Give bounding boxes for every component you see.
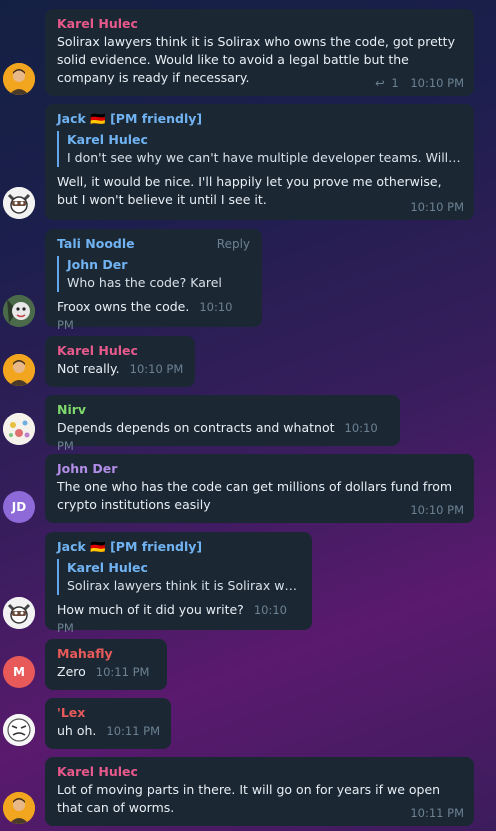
- message-bubble[interactable]: 'Lex uh oh. 10:11 PM: [45, 698, 171, 749]
- reply-quote[interactable]: John Der Who has the code? Karel: [57, 256, 252, 292]
- quote-sender: Karel Hulec: [67, 560, 148, 575]
- sender-name[interactable]: Karel Hulec: [57, 342, 185, 360]
- avatar[interactable]: [3, 187, 35, 219]
- reply-quote[interactable]: Karel Hulec I don't see why we can't hav…: [57, 131, 464, 167]
- message-text: The one who has the code can get million…: [57, 479, 453, 512]
- reply-quote[interactable]: Karel Hulec Solirax lawyers think it is …: [57, 559, 302, 595]
- message-text: How much of it did you write?: [57, 602, 244, 617]
- avatar[interactable]: [3, 413, 35, 445]
- message-text-row: Zero 10:11 PM: [57, 663, 157, 681]
- message-bubble[interactable]: Karel Hulec Not really. 10:10 PM: [45, 336, 195, 387]
- message-time: 10:10 PM: [410, 200, 464, 214]
- message-text: Depends depends on contracts and whatnot: [57, 420, 335, 435]
- sender-name[interactable]: Nirv: [57, 401, 390, 419]
- message-bubble[interactable]: Nirv Depends depends on contracts and wh…: [45, 395, 400, 453]
- avatar[interactable]: JD: [3, 491, 35, 523]
- message-text: Froox owns the code.: [57, 299, 190, 314]
- message-time: 10:10 PM: [410, 503, 464, 517]
- message-text-row: Froox owns the code. 10:10 PM: [57, 298, 252, 334]
- avatar[interactable]: [3, 792, 35, 824]
- avatar[interactable]: [3, 295, 35, 327]
- message-text-row: uh oh. 10:11 PM: [57, 722, 161, 740]
- sender-name[interactable]: John Der: [57, 460, 464, 478]
- avatar[interactable]: [3, 714, 35, 746]
- message-bubble[interactable]: Tali Noodle Reply John Der Who has the c…: [45, 229, 262, 332]
- message-time: 10:11 PM: [95, 665, 150, 679]
- quote-sender: Karel Hulec: [67, 132, 148, 147]
- message-text: Lot of moving parts in there. It will go…: [57, 782, 441, 815]
- reply-count[interactable]: 1: [391, 76, 398, 90]
- message-text-row: Depends depends on contracts and whatnot…: [57, 419, 390, 455]
- message-time: 10:11 PM: [106, 724, 161, 738]
- avatar[interactable]: [3, 354, 35, 386]
- message-time: 10:10 PM: [410, 76, 464, 90]
- avatar[interactable]: M: [3, 656, 35, 688]
- avatar-initials: M: [13, 665, 25, 679]
- message-text: uh oh.: [57, 723, 97, 738]
- message-time: 10:11 PM: [410, 806, 464, 820]
- message-text: Zero: [57, 664, 86, 679]
- sender-name[interactable]: Mahafly: [57, 645, 157, 663]
- quote-sender: John Der: [67, 257, 128, 272]
- avatar[interactable]: [3, 597, 35, 629]
- sender-name[interactable]: Jack 🇩🇪 [PM friendly]: [57, 538, 302, 556]
- avatar-initials: JD: [11, 500, 27, 514]
- message-meta: ↩ 1 10:10 PM: [375, 76, 464, 90]
- message-bubble[interactable]: Mahafly Zero 10:11 PM: [45, 639, 167, 690]
- reply-button[interactable]: Reply: [217, 237, 250, 251]
- message-text: Well, it would be nice. I'll happily let…: [57, 174, 442, 207]
- message-time: 10:10 PM: [129, 362, 184, 376]
- message-text: Not really.: [57, 361, 120, 376]
- message-text-row: How much of it did you write? 10:10 PM: [57, 601, 302, 637]
- message-bubble[interactable]: Jack 🇩🇪 [PM friendly] Karel Hulec Solira…: [45, 532, 312, 635]
- quote-text: Solirax lawyers think it is Solirax who …: [67, 578, 302, 593]
- sender-name[interactable]: 'Lex: [57, 704, 161, 722]
- message-bubble[interactable]: Karel Hulec Lot of moving parts in there…: [45, 757, 474, 826]
- reply-arrow-icon[interactable]: ↩: [375, 76, 385, 90]
- sender-name[interactable]: Jack 🇩🇪 [PM friendly]: [57, 110, 464, 128]
- message-bubble[interactable]: Jack 🇩🇪 [PM friendly] Karel Hulec I don'…: [45, 104, 474, 220]
- sender-name[interactable]: Karel Hulec: [57, 15, 464, 33]
- message-text-row: Not really. 10:10 PM: [57, 360, 185, 378]
- sender-name[interactable]: Karel Hulec: [57, 763, 464, 781]
- message-bubble[interactable]: Karel Hulec Solirax lawyers think it is …: [45, 9, 474, 96]
- quote-text: Who has the code? Karel: [67, 275, 222, 290]
- message-bubble[interactable]: John Der The one who has the code can ge…: [45, 454, 474, 523]
- avatar[interactable]: [3, 63, 35, 95]
- quote-text: I don't see why we can't have multiple d…: [67, 150, 462, 165]
